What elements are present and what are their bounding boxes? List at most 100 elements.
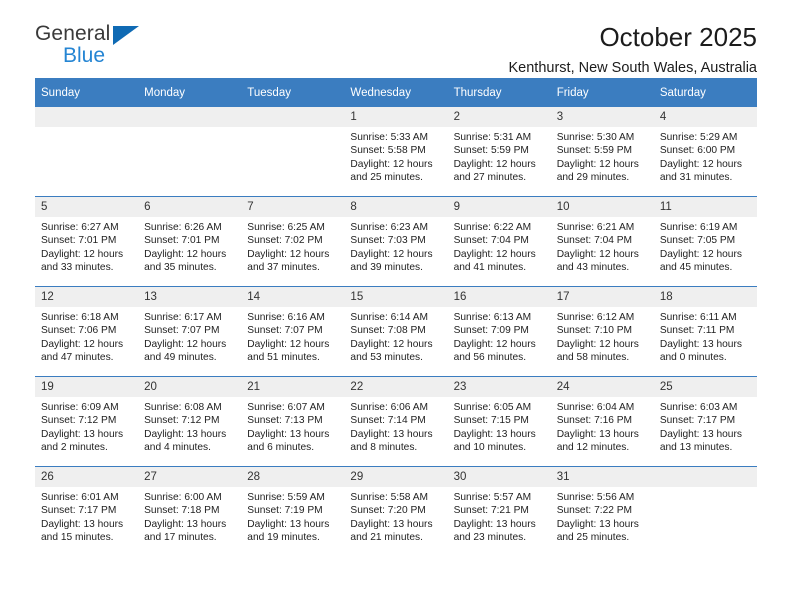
day-details: Sunrise: 6:21 AM Sunset: 7:04 PM Daylight:… xyxy=(551,217,654,275)
calendar-day-cell[interactable]: 1 Sunrise: 5:33 AM Sunset: 5:58 PM Daylight… xyxy=(344,107,448,197)
daylight-text: Daylight: 12 hours and 29 minutes. xyxy=(556,158,639,184)
calendar-day-cell[interactable]: 15 Sunrise: 6:14 AM Sunset: 7:08 PM Dayligh… xyxy=(344,286,448,377)
calendar-day-cell[interactable]: 8 Sunrise: 6:23 AM Sunset: 7:03 PM Daylight… xyxy=(344,196,448,287)
calendar-day-cell[interactable]: 31 Sunrise: 5:56 AM Sunset: 7:22 PM Dayligh… xyxy=(550,466,654,556)
daylight-text: Daylight: 13 hours and 10 minutes. xyxy=(453,428,536,454)
day-details: Sunrise: 5:58 AM Sunset: 7:20 PM Daylight:… xyxy=(344,487,447,545)
sunset-text: Sunset: 7:04 PM xyxy=(453,235,529,247)
day-number: 2 xyxy=(447,107,551,127)
day-number xyxy=(653,467,757,487)
calendar-day-cell[interactable]: 17 Sunrise: 6:12 AM Sunset: 7:10 PM Dayligh… xyxy=(550,286,654,377)
sunset-text: Sunset: 6:00 PM xyxy=(659,145,736,157)
day-details: Sunrise: 6:22 AM Sunset: 7:04 PM Daylight:… xyxy=(448,217,551,275)
day-details: Sunrise: 6:11 AM Sunset: 7:11 PM Daylight:… xyxy=(654,307,757,365)
calendar-day-cell[interactable]: 19 Sunrise: 6:09 AM Sunset: 7:12 PM Dayligh… xyxy=(35,376,139,467)
sunrise-text: Sunrise: 6:01 AM xyxy=(41,492,119,503)
daylight-text: Daylight: 13 hours and 2 minutes. xyxy=(41,428,124,454)
daylight-text: Daylight: 12 hours and 35 minutes. xyxy=(144,248,227,274)
calendar-day-cell[interactable]: 28 Sunrise: 5:59 AM Sunset: 7:19 PM Dayligh… xyxy=(241,466,345,556)
day-details: Sunrise: 6:27 AM Sunset: 7:01 PM Daylight:… xyxy=(35,217,138,275)
daylight-text: Daylight: 12 hours and 27 minutes. xyxy=(453,158,536,184)
calendar-day-cell[interactable]: 13 Sunrise: 6:17 AM Sunset: 7:07 PM Dayligh… xyxy=(138,286,242,377)
weekday-header-friday: Friday xyxy=(550,78,654,107)
calendar-day-cell[interactable]: 5 Sunrise: 6:27 AM Sunset: 7:01 PM Daylight… xyxy=(35,196,139,287)
day-number: 21 xyxy=(241,377,345,397)
day-number: 29 xyxy=(344,467,448,487)
calendar-day-cell[interactable]: 10 Sunrise: 6:21 AM Sunset: 7:04 PM Dayligh… xyxy=(550,196,654,287)
day-number: 1 xyxy=(344,107,448,127)
sunrise-text: Sunrise: 6:14 AM xyxy=(350,312,429,323)
day-number: 17 xyxy=(550,287,654,307)
sunset-text: Sunset: 7:05 PM xyxy=(659,235,736,247)
day-details: Sunrise: 6:18 AM Sunset: 7:06 PM Daylight:… xyxy=(35,307,138,365)
sunset-text: Sunset: 7:02 PM xyxy=(247,235,323,247)
calendar-day-cell[interactable]: 24 Sunrise: 6:04 AM Sunset: 7:16 PM Dayligh… xyxy=(550,376,654,467)
sunset-text: Sunset: 7:01 PM xyxy=(144,235,220,247)
day-details: Sunrise: 6:13 AM Sunset: 7:09 PM Daylight:… xyxy=(448,307,551,365)
calendar-day-cell[interactable]: 14 Sunrise: 6:16 AM Sunset: 7:07 PM Dayligh… xyxy=(241,286,345,377)
weekday-header-sunday: Sunday xyxy=(35,78,139,107)
day-details: Sunrise: 6:05 AM Sunset: 7:15 PM Daylight:… xyxy=(448,397,551,455)
calendar-day-cell[interactable]: 2 Sunrise: 5:31 AM Sunset: 5:59 PM Daylight… xyxy=(447,107,551,197)
calendar-day-cell[interactable]: 29 Sunrise: 5:58 AM Sunset: 7:20 PM Dayligh… xyxy=(344,466,448,556)
calendar-day-cell[interactable]: 23 Sunrise: 6:05 AM Sunset: 7:15 PM Dayligh… xyxy=(447,376,551,467)
sunrise-text: Sunrise: 6:18 AM xyxy=(41,312,119,323)
sunrise-text: Sunrise: 6:11 AM xyxy=(659,312,737,323)
calendar-day-cell[interactable]: 22 Sunrise: 6:06 AM Sunset: 7:14 PM Dayligh… xyxy=(344,376,448,467)
sunset-text: Sunset: 7:15 PM xyxy=(453,415,529,427)
day-number: 5 xyxy=(35,197,139,217)
day-details: Sunrise: 6:09 AM Sunset: 7:12 PM Daylight:… xyxy=(35,397,138,455)
day-number: 7 xyxy=(241,197,345,217)
sunrise-sunset-calendar: Sunday Monday Tuesday Wednesday Thursday… xyxy=(35,78,757,556)
daylight-text: Daylight: 12 hours and 45 minutes. xyxy=(659,248,742,274)
daylight-text: Daylight: 13 hours and 0 minutes. xyxy=(659,338,742,364)
calendar-day-cell[interactable]: 27 Sunrise: 6:00 AM Sunset: 7:18 PM Dayligh… xyxy=(138,466,242,556)
calendar-day-cell[interactable]: 4 Sunrise: 5:29 AM Sunset: 6:00 PM Daylight… xyxy=(653,107,757,197)
calendar-day-cell[interactable]: 11 Sunrise: 6:19 AM Sunset: 7:05 PM Dayligh… xyxy=(653,196,757,287)
calendar-day-cell[interactable]: 3 Sunrise: 5:30 AM Sunset: 5:59 PM Daylight… xyxy=(550,107,654,197)
daylight-text: Daylight: 13 hours and 25 minutes. xyxy=(556,518,639,544)
daylight-text: Daylight: 13 hours and 21 minutes. xyxy=(350,518,433,544)
sunset-text: Sunset: 7:03 PM xyxy=(350,235,426,247)
sunrise-text: Sunrise: 5:33 AM xyxy=(350,132,429,143)
day-number: 24 xyxy=(550,377,654,397)
sunset-text: Sunset: 7:17 PM xyxy=(659,415,736,427)
calendar-day-cell[interactable]: 26 Sunrise: 6:01 AM Sunset: 7:17 PM Dayligh… xyxy=(35,466,139,556)
sunset-text: Sunset: 7:22 PM xyxy=(556,505,633,517)
daylight-text: Daylight: 13 hours and 6 minutes. xyxy=(247,428,330,454)
daylight-text: Daylight: 13 hours and 17 minutes. xyxy=(144,518,227,544)
calendar-body: 1 Sunrise: 5:33 AM Sunset: 5:58 PM Daylight… xyxy=(35,107,757,556)
day-number: 6 xyxy=(138,197,242,217)
daylight-text: Daylight: 12 hours and 39 minutes. xyxy=(350,248,433,274)
calendar-day-cell[interactable]: 30 Sunrise: 5:57 AM Sunset: 7:21 PM Dayligh… xyxy=(447,466,551,556)
sunset-text: Sunset: 7:10 PM xyxy=(556,325,633,337)
day-number: 3 xyxy=(550,107,654,127)
calendar-day-cell[interactable]: 21 Sunrise: 6:07 AM Sunset: 7:13 PM Dayligh… xyxy=(241,376,345,467)
day-number: 16 xyxy=(447,287,551,307)
daylight-text: Daylight: 13 hours and 19 minutes. xyxy=(247,518,330,544)
daylight-text: Daylight: 12 hours and 33 minutes. xyxy=(41,248,124,274)
sunset-text: Sunset: 7:08 PM xyxy=(350,325,426,337)
day-details: Sunrise: 6:23 AM Sunset: 7:03 PM Daylight:… xyxy=(344,217,447,275)
calendar-day-cell[interactable]: 18 Sunrise: 6:11 AM Sunset: 7:11 PM Dayligh… xyxy=(653,286,757,377)
weekday-header-saturday: Saturday xyxy=(653,78,757,107)
calendar-day-cell[interactable]: 20 Sunrise: 6:08 AM Sunset: 7:12 PM Dayligh… xyxy=(138,376,242,467)
calendar-day-cell[interactable]: 16 Sunrise: 6:13 AM Sunset: 7:09 PM Dayligh… xyxy=(447,286,551,377)
sunrise-text: Sunrise: 6:23 AM xyxy=(350,222,429,233)
day-details: Sunrise: 6:03 AM Sunset: 7:17 PM Daylight:… xyxy=(654,397,757,455)
sunset-text: Sunset: 7:07 PM xyxy=(247,325,323,337)
calendar-day-cell[interactable]: 25 Sunrise: 6:03 AM Sunset: 7:17 PM Dayligh… xyxy=(653,376,757,467)
calendar-day-cell[interactable]: 7 Sunrise: 6:25 AM Sunset: 7:02 PM Daylight… xyxy=(241,196,345,287)
daylight-text: Daylight: 13 hours and 8 minutes. xyxy=(350,428,433,454)
calendar-day-cell[interactable]: 12 Sunrise: 6:18 AM Sunset: 7:06 PM Dayligh… xyxy=(35,286,139,377)
sunrise-text: Sunrise: 6:21 AM xyxy=(556,222,635,233)
sunrise-text: Sunrise: 6:07 AM xyxy=(247,402,325,413)
calendar-day-cell[interactable]: 6 Sunrise: 6:26 AM Sunset: 7:01 PM Daylight… xyxy=(138,196,242,287)
calendar-day-cell[interactable]: 9 Sunrise: 6:22 AM Sunset: 7:04 PM Daylight… xyxy=(447,196,551,287)
sunset-text: Sunset: 7:13 PM xyxy=(247,415,323,427)
day-details: Sunrise: 6:16 AM Sunset: 7:07 PM Daylight:… xyxy=(241,307,344,365)
sunrise-text: Sunrise: 6:16 AM xyxy=(247,312,325,323)
calendar-header-row: Sunday Monday Tuesday Wednesday Thursday… xyxy=(35,78,757,107)
sunset-text: Sunset: 7:12 PM xyxy=(144,415,220,427)
sunset-text: Sunset: 7:12 PM xyxy=(41,415,117,427)
